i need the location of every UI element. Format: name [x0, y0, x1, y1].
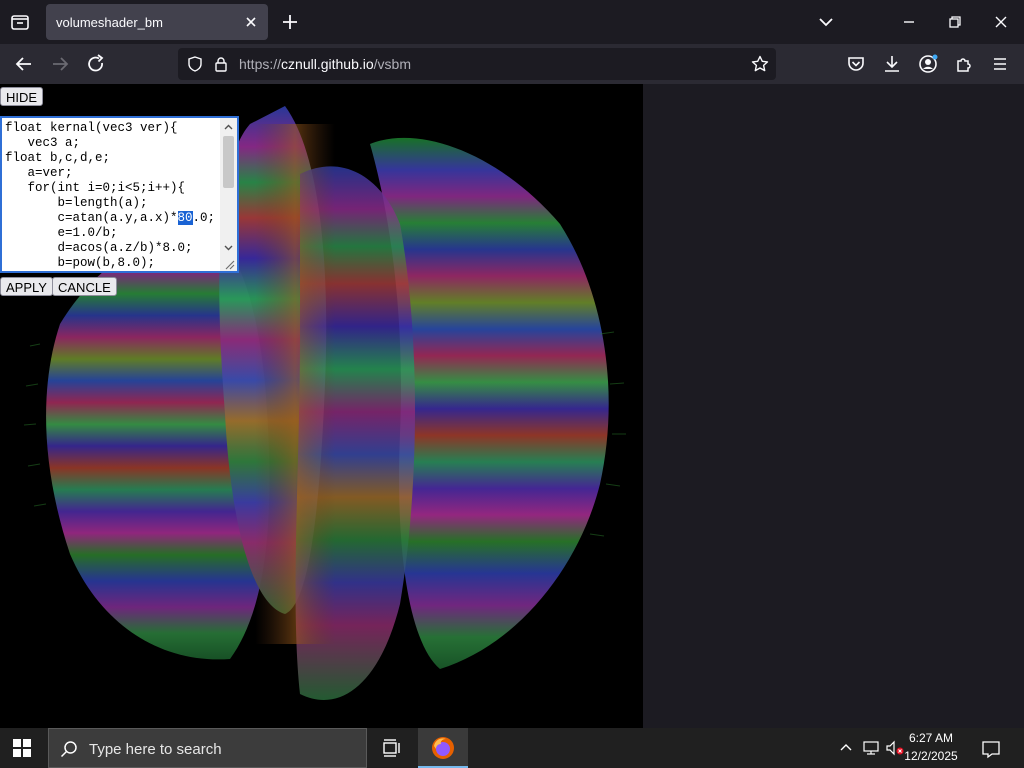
tracking-protection-shield-icon[interactable] [186, 55, 204, 78]
shader-code-editor[interactable]: float kernal(vec3 ver){ vec3 a; float b,c… [0, 116, 239, 273]
close-window-icon[interactable] [987, 8, 1015, 36]
bookmark-star-icon[interactable] [750, 54, 770, 79]
search-placeholder: Type here to search [89, 741, 222, 758]
task-view-icon[interactable] [380, 737, 402, 764]
page-background-right [643, 84, 1024, 728]
address-bar[interactable]: https://cznull.github.io/vsbm [178, 48, 776, 80]
scrollbar-thumb[interactable] [223, 136, 234, 188]
lock-icon[interactable] [212, 55, 230, 78]
url-protocol: https:// [239, 56, 282, 72]
taskbar-firefox-button[interactable] [418, 728, 468, 768]
downloads-icon[interactable] [878, 50, 906, 78]
reload-icon[interactable] [82, 50, 110, 78]
url-path: /vsbm [373, 56, 411, 72]
network-icon[interactable] [862, 739, 880, 762]
code-line-with-selection: c=atan(a.y,a.x)*80.0; [5, 211, 216, 225]
code-line: d=acos(a.z/b)*8.0; [5, 241, 193, 255]
code-line: b=pow(b,8.0); [5, 256, 156, 270]
back-arrow-icon[interactable] [10, 50, 38, 78]
selected-text: 80 [177, 211, 193, 225]
editor-scrollbar[interactable] [220, 118, 237, 271]
firefox-icon [431, 736, 455, 765]
restore-icon[interactable] [941, 8, 969, 36]
notifications-icon[interactable] [980, 738, 1002, 765]
windows-start-icon[interactable] [12, 738, 32, 763]
tab-close-icon[interactable] [242, 13, 260, 31]
url-host: cznull.github.io [281, 56, 374, 72]
code-line: e=1.0/b; [5, 226, 118, 240]
tab-strip: volumeshader_bm [0, 0, 1024, 44]
minimize-icon[interactable] [895, 8, 923, 36]
shader-canvas[interactable]: HIDE float kernal(vec3 ver){ vec3 a; floa… [0, 84, 643, 728]
code-line: float kernal(vec3 ver){ [5, 121, 178, 135]
clock-time[interactable]: 6:27 AM [896, 731, 966, 745]
list-all-tabs-chevron-down-icon[interactable] [812, 8, 840, 36]
tab-list-icon[interactable] [8, 10, 32, 34]
windows-taskbar: Type here to search 6:27 AM 12/2/2025 [0, 728, 1024, 768]
clock-date[interactable]: 12/2/2025 [896, 749, 966, 763]
forward-arrow-icon[interactable] [46, 50, 74, 78]
apply-button[interactable]: APPLY [0, 277, 53, 296]
code-line: vec3 a; [5, 136, 81, 150]
extensions-puzzle-icon[interactable] [950, 50, 978, 78]
code-line: b=length(a); [5, 196, 148, 210]
cancel-button[interactable]: CANCLE [52, 277, 117, 296]
scroll-down-chevron-icon[interactable] [223, 240, 234, 258]
taskbar-search-box[interactable]: Type here to search [48, 728, 367, 768]
hamburger-menu-icon[interactable] [986, 50, 1014, 78]
navigation-toolbar: https://cznull.github.io/vsbm [0, 44, 1024, 84]
code-line: for(int i=0;i<5;i++){ [5, 181, 186, 195]
code-line: a=ver; [5, 166, 73, 180]
account-icon[interactable] [914, 50, 942, 78]
code-text[interactable]: float kernal(vec3 ver){ vec3 a; float b,c… [5, 121, 215, 271]
active-tab[interactable]: volumeshader_bm [46, 4, 268, 40]
resize-grip-icon[interactable] [223, 257, 235, 271]
url-text[interactable]: https://cznull.github.io/vsbm [239, 56, 411, 72]
code-line: float b,c,d,e; [5, 151, 111, 165]
search-icon [59, 739, 79, 764]
new-tab-icon[interactable] [278, 10, 302, 34]
tab-title: volumeshader_bm [56, 15, 163, 30]
show-hidden-icons-chevron-up-icon[interactable] [838, 740, 854, 761]
hide-button[interactable]: HIDE [0, 87, 44, 106]
pocket-icon[interactable] [842, 50, 870, 78]
